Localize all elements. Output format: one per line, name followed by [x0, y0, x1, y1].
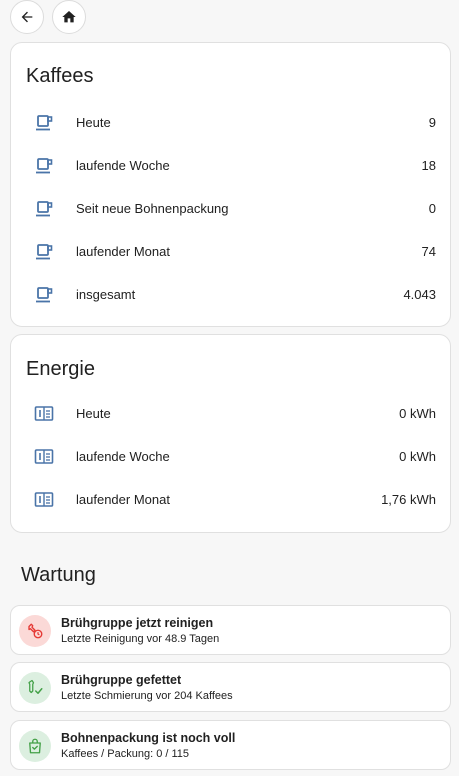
- kaffees-row-laufender-monat[interactable]: laufender Monat 74: [11, 230, 450, 273]
- maintenance-card-gefettet[interactable]: Brühgruppe gefettet Letzte Schmierung vo…: [10, 662, 451, 712]
- row-value: 1,76 kWh: [381, 492, 436, 507]
- maintenance-subtitle: Kaffees / Packung: 0 / 115: [61, 748, 190, 760]
- meter-icon: [33, 489, 55, 511]
- back-button[interactable]: [10, 0, 44, 34]
- maintenance-title: Brühgruppe gefettet: [61, 673, 182, 687]
- kaffees-row-bohnenpackung[interactable]: Seit neue Bohnenpackung 0: [11, 187, 450, 230]
- shopping-bag-check-icon: [19, 730, 51, 762]
- wrench-clock-icon: [19, 615, 51, 647]
- kaffees-title: Kaffees: [26, 65, 94, 87]
- coffee-cup-icon: [33, 241, 55, 263]
- maintenance-title: Bohnenpackung ist noch voll: [61, 731, 236, 745]
- energie-row-heute[interactable]: Heute 0 kWh: [11, 392, 450, 435]
- energie-title: Energie: [26, 358, 95, 380]
- row-value: 0 kWh: [399, 406, 436, 421]
- home-icon: [62, 11, 76, 23]
- maintenance-subtitle: Letzte Reinigung vor 48.9 Tagen: [61, 633, 220, 645]
- row-label: laufender Monat: [76, 492, 170, 507]
- coffee-cup-icon: [33, 112, 55, 134]
- row-value: 74: [421, 244, 436, 259]
- row-value: 4.043: [403, 287, 436, 302]
- row-label: insgesamt: [76, 287, 136, 302]
- row-label: laufende Woche: [76, 158, 170, 173]
- kaffees-row-insgesamt[interactable]: insgesamt 4.043: [11, 273, 450, 316]
- wrench-check-icon: [19, 672, 51, 704]
- coffee-cup-icon: [33, 198, 55, 220]
- maintenance-title: Brühgruppe jetzt reinigen: [61, 616, 214, 630]
- meter-icon: [33, 446, 55, 468]
- maintenance-card-bohnenpackung[interactable]: Bohnenpackung ist noch voll Kaffees / Pa…: [10, 720, 451, 770]
- row-label: Heute: [76, 115, 111, 130]
- kaffees-row-laufende-woche[interactable]: laufende Woche 18: [11, 144, 450, 187]
- wartung-title: Wartung: [21, 564, 96, 586]
- row-value: 9: [428, 115, 436, 130]
- arrow-left-icon: [21, 11, 33, 23]
- coffee-cup-icon: [33, 155, 55, 177]
- energie-row-laufende-woche[interactable]: laufende Woche 0 kWh: [11, 435, 450, 478]
- maintenance-subtitle: Letzte Schmierung vor 204 Kaffees: [61, 690, 233, 702]
- energie-row-laufender-monat[interactable]: laufender Monat 1,76 kWh: [11, 478, 450, 521]
- kaffees-row-heute[interactable]: Heute 9: [11, 101, 450, 144]
- kaffees-card: Kaffees Heute 9 laufende Woche 18 Seit n…: [10, 42, 451, 327]
- row-value: 0: [428, 201, 436, 216]
- row-value: 0 kWh: [399, 449, 436, 464]
- row-label: Heute: [76, 406, 111, 421]
- row-label: laufender Monat: [76, 244, 170, 259]
- meter-icon: [33, 403, 55, 425]
- energie-card: Energie Heute 0 kWh laufende Woche 0 kWh…: [10, 334, 451, 533]
- row-label: Seit neue Bohnenpackung: [76, 201, 229, 216]
- coffee-cup-icon: [33, 284, 55, 306]
- home-button[interactable]: [52, 0, 86, 34]
- top-bar: [0, 0, 459, 36]
- maintenance-card-reinigen[interactable]: Brühgruppe jetzt reinigen Letzte Reinigu…: [10, 605, 451, 655]
- row-value: 18: [421, 158, 436, 173]
- row-label: laufende Woche: [76, 449, 170, 464]
